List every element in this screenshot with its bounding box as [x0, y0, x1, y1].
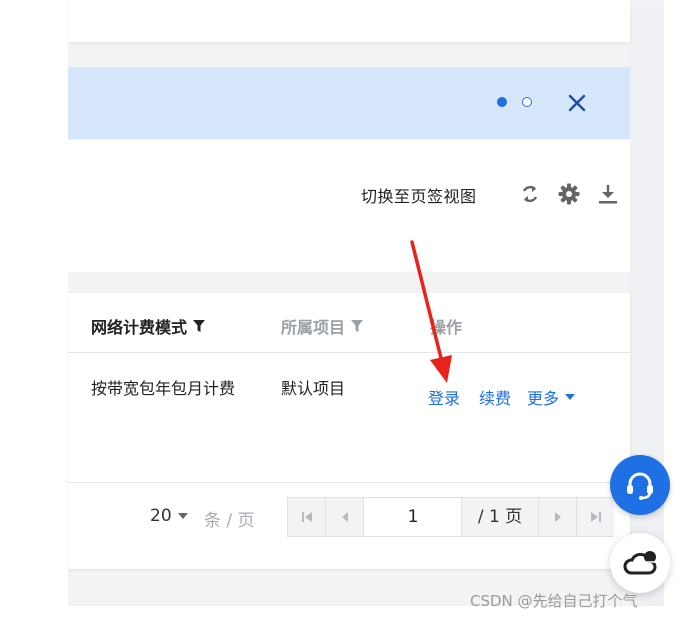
login-link[interactable]: 登录 [428, 385, 460, 409]
column-header-label: 操作 [430, 318, 463, 337]
download-icon[interactable] [596, 182, 620, 206]
column-header-billing-mode[interactable]: 网络计费模式 [91, 314, 206, 338]
row-divider [68, 482, 630, 483]
chevron-down-icon [565, 394, 576, 400]
page: 切换至页签视图 网络计费模式 所属项目 操作 按带宽包年包月计费 默认项目 登录… [0, 0, 696, 620]
cell-project: 默认项目 [281, 379, 346, 398]
banner-dot-inactive[interactable] [522, 97, 532, 107]
column-header-label: 网络计费模式 [91, 318, 188, 337]
next-page-button[interactable] [538, 498, 576, 536]
column-header-project[interactable]: 所属项目 [281, 314, 364, 338]
toolbar-card [68, 140, 630, 272]
notice-banner [68, 67, 630, 139]
cloud-float-button[interactable] [610, 533, 670, 593]
banner-dot-active[interactable] [497, 97, 507, 107]
right-scroll-track [630, 10, 664, 606]
refresh-icon[interactable] [518, 182, 542, 206]
filter-icon[interactable] [193, 320, 206, 332]
cloud-icon [623, 551, 657, 575]
renew-link[interactable]: 续费 [479, 385, 511, 409]
column-header-label: 所属项目 [281, 318, 346, 337]
chevron-left-icon [341, 512, 348, 522]
first-page-button[interactable] [288, 498, 326, 536]
page-size-select[interactable]: 20 [150, 506, 188, 526]
column-header-actions: 操作 [430, 314, 462, 338]
header-divider [68, 352, 630, 353]
page-size-value: 20 [150, 506, 172, 526]
last-page-button[interactable] [576, 498, 614, 536]
first-page-icon [301, 512, 312, 522]
headset-icon [627, 472, 653, 500]
more-actions-dropdown[interactable]: 更多 [527, 385, 576, 409]
page-number-input[interactable]: 1 [365, 498, 462, 536]
pagination: 1 / 1 页 [287, 497, 614, 537]
close-icon[interactable] [566, 92, 588, 114]
watermark: CSDN @先给自己打个气 [470, 592, 638, 610]
total-pages-label: / 1 页 [462, 498, 538, 536]
prev-page-button[interactable] [326, 498, 364, 536]
gear-icon[interactable] [557, 182, 581, 206]
cell-billing-mode: 按带宽包年包月计费 [91, 379, 236, 398]
filter-icon[interactable] [351, 320, 364, 332]
per-page-label: 条 / 页 [204, 511, 255, 531]
top-card [68, 0, 630, 42]
chevron-right-icon [554, 512, 561, 522]
chevron-down-icon [177, 513, 188, 519]
last-page-icon [590, 512, 601, 522]
support-float-button[interactable] [610, 455, 670, 515]
switch-to-tab-view-button[interactable]: 切换至页签视图 [361, 183, 477, 207]
more-label: 更多 [527, 389, 560, 408]
